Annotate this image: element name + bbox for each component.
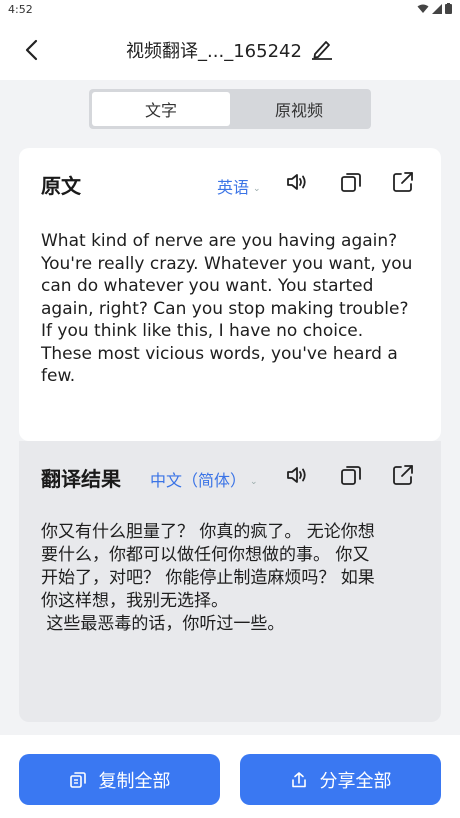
external-link-icon [393,465,413,485]
translation-line: 要什么，你都可以做任何你想做的事。 你又 [41,545,370,565]
translation-line: 你又有什么胆量了？ 你真的疯了。 无论你想 [41,522,375,542]
source-open-external-button[interactable] [391,170,415,194]
source-label: 原文 [41,174,81,198]
translation-speaker-button[interactable] [285,463,309,487]
translation-copy-button[interactable] [339,463,363,487]
source-line: These most vicious words, you've heard a [41,343,398,364]
source-card-header: 原文 英语 ⌄ [41,170,419,200]
title-area[interactable]: 视频翻译_..._165242 [0,37,460,65]
status-bar: 4:52 [0,0,460,20]
pencil-icon [311,41,332,60]
source-line: can do whatever you want. You started [41,276,374,296]
copy-icon [341,173,361,192]
source-line: few. [41,366,76,386]
chevron-down-icon: ⌄ [253,184,261,194]
status-time: 4:52 [8,3,33,16]
source-line: What kind of nerve are you having again? [41,231,398,251]
translation-line: 这些最恶毒的话，你听过一些。 [41,614,285,634]
copy-all-button[interactable]: 复制全部 [19,754,220,805]
source-text-card: 原文 英语 ⌄ What kind of nerve are you having… [19,148,441,441]
source-line: If you think like this, I have no choice… [41,321,364,341]
external-link-icon [393,172,413,192]
battery-icon [445,3,452,14]
translation-open-external-button[interactable] [391,463,415,487]
speaker-icon [287,467,306,483]
source-language-value: 英语 [217,178,250,197]
source-line: You're really crazy. Whatever you want, … [41,253,413,274]
source-line: again, right? Can you stop making troubl… [41,298,409,319]
source-copy-button[interactable] [339,170,363,194]
system-icons [417,3,452,14]
translation-label: 翻译结果 [41,467,121,491]
source-text[interactable]: What kind of nerve are you having again?… [41,230,421,388]
source-speaker-button[interactable] [285,170,309,194]
share-all-label: 分享全部 [319,770,392,792]
copy-all-icon [69,771,86,788]
top-app-bar: 视频翻译_..._165242 [0,20,460,80]
translation-card: 翻译结果 中文（简体） ⌄ 你又有什么胆量了？ 你真的疯了。 无论你想 要什么，… [19,441,441,722]
translation-line: 开始了，对吧？ 你能停止制造麻烦吗？ 如果 [41,568,375,588]
bottom-action-bar: 复制全部 分享全部 [0,735,460,818]
share-icon [291,771,306,787]
share-all-button[interactable]: 分享全部 [240,754,441,805]
edit-title-button[interactable] [310,38,334,65]
translation-card-header: 翻译结果 中文（简体） ⌄ [41,463,419,493]
view-toggle: 文字 原视频 [89,89,371,129]
target-language-select[interactable]: 中文（简体） ⌄ [150,467,258,491]
speaker-icon [287,174,306,190]
wifi-icon [417,4,429,13]
translation-text[interactable]: 你又有什么胆量了？ 你真的疯了。 无论你想 要什么，你都可以做任何你想做的事。 … [41,521,421,636]
signal-icon [432,3,442,14]
source-language-select[interactable]: 英语 ⌄ [217,174,261,198]
copy-all-label: 复制全部 [98,770,171,792]
target-language-value: 中文（简体） [150,471,247,490]
tab-original-video[interactable]: 原视频 [230,92,368,126]
tab-text[interactable]: 文字 [92,92,230,126]
chevron-down-icon: ⌄ [250,477,258,487]
translation-line: 你这样想，我别无选择。 [41,591,228,611]
page-title: 视频翻译_..._165242 [126,41,302,62]
copy-icon [341,466,361,485]
